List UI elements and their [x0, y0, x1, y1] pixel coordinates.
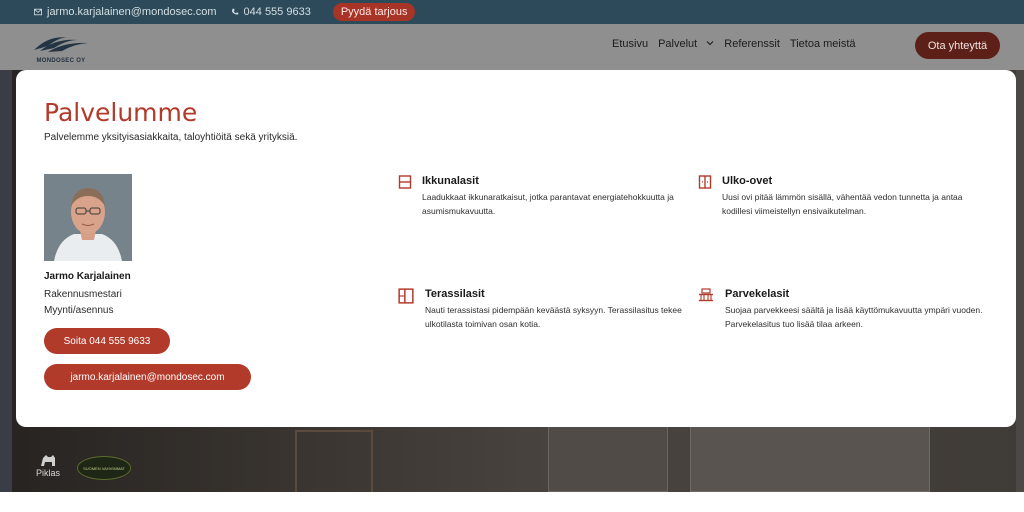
mail-icon — [34, 8, 42, 16]
service-title: Ikkunalasit — [422, 175, 479, 187]
service-title: Terassilasit — [425, 288, 485, 300]
company-logo[interactable]: MONDOSEC OY — [30, 30, 92, 64]
nav-item-palvelut-label: Palvelut — [658, 38, 698, 50]
page: jarmo.karjalainen@mondosec.com 044 555 9… — [0, 0, 1024, 512]
site-header: MONDOSEC OY Etusivu Palvelut Referenssit… — [0, 24, 1024, 70]
window-icon — [398, 175, 412, 189]
service-title: Parvekelasit — [725, 288, 790, 300]
terrace-glass-icon — [398, 288, 414, 304]
logo-waves-icon — [34, 37, 88, 52]
email-button[interactable]: jarmo.karjalainen@mondosec.com — [44, 364, 251, 390]
topbar-email[interactable]: jarmo.karjalainen@mondosec.com — [34, 6, 217, 18]
badge-text: SUOMEN VAHVIMMAT — [83, 465, 125, 471]
contact-role: Myynti/asennus — [44, 305, 114, 316]
piklas-logo[interactable]: Piklas — [32, 452, 64, 484]
service-description: Suojaa parvekkeesi säältä ja lisää käytt… — [725, 305, 983, 329]
services-modal: Palvelumme Palvelemme yksityisasiakkaita… — [16, 70, 1016, 427]
topbar-phone-text: 044 555 9633 — [243, 6, 311, 18]
call-button[interactable]: Soita 044 555 9633 — [44, 328, 170, 354]
strongest-in-finland-badge[interactable]: SUOMEN VAHVIMMAT — [77, 456, 131, 480]
balcony-icon — [699, 288, 713, 302]
background-edge-left — [0, 70, 12, 492]
modal-title: Palvelumme — [44, 98, 198, 127]
background-chair — [295, 430, 373, 492]
main-nav: Etusivu Palvelut Referenssit Tietoa meis… — [612, 38, 856, 50]
contact-person-image — [44, 174, 132, 261]
background-window — [548, 426, 668, 492]
service-title: Ulko-ovet — [722, 175, 773, 187]
topbar-email-text: jarmo.karjalainen@mondosec.com — [47, 6, 217, 18]
contact-us-button[interactable]: Ota yhteyttä — [915, 32, 1000, 59]
contact-photo — [44, 174, 132, 261]
modal-subtitle: Palvelemme yksityisasiakkaita, taloyhtiö… — [44, 132, 298, 143]
topbar-phone[interactable]: 044 555 9633 — [231, 6, 311, 18]
door-icon — [698, 175, 712, 189]
service-description: Uusi ovi pitää lämmön sisällä, vähentää … — [722, 192, 963, 216]
piklas-text: Piklas — [35, 468, 60, 478]
piklas-dog-icon — [41, 455, 55, 466]
chevron-down-icon — [706, 41, 714, 46]
nav-item-palvelut[interactable]: Palvelut — [658, 38, 714, 50]
contact-role: Rakennusmestari — [44, 289, 122, 300]
page-bottom — [0, 492, 1024, 512]
background-edge-right — [1016, 70, 1024, 492]
logo-text: MONDOSEC OY — [36, 58, 86, 64]
nav-item-etusivu[interactable]: Etusivu — [612, 38, 648, 50]
top-bar: jarmo.karjalainen@mondosec.com 044 555 9… — [0, 0, 1024, 24]
request-quote-button[interactable]: Pyydä tarjous — [332, 3, 416, 21]
nav-item-tietoa-meista[interactable]: Tietoa meistä — [790, 38, 856, 50]
phone-icon — [231, 8, 238, 15]
service-description: Nauti terassistasi pidempään keväästä sy… — [425, 305, 682, 329]
service-description: Laadukkaat ikkunaratkaisut, jotka parant… — [422, 192, 674, 216]
nav-item-referenssit[interactable]: Referenssit — [724, 38, 780, 50]
background-window — [690, 426, 930, 492]
contact-name: Jarmo Karjalainen — [44, 271, 131, 282]
